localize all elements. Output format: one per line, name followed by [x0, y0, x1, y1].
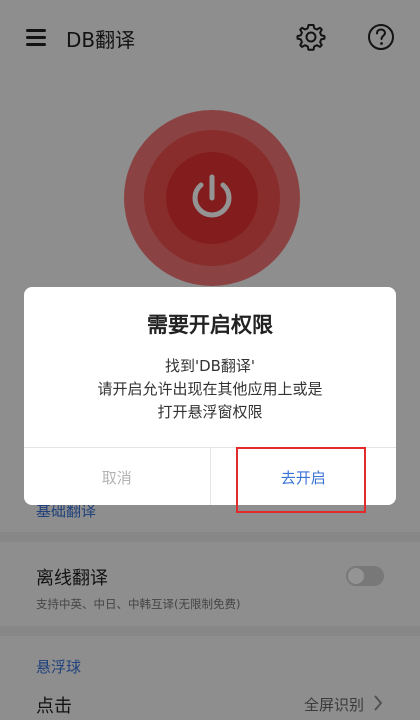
dialog-message-line: 找到'DB翻译': [164, 357, 256, 375]
cancel-button[interactable]: 取消: [24, 448, 211, 505]
dialog-title: 需要开启权限: [147, 313, 273, 337]
dialog-message-line: 请开启允许出现在其他应用上或是: [97, 380, 323, 398]
dialog-message: 找到'DB翻译' 请开启允许出现在其他应用上或是 打开悬浮窗权限: [24, 355, 396, 424]
highlight-box: [236, 447, 366, 513]
dialog-message-line: 打开悬浮窗权限: [157, 403, 263, 421]
